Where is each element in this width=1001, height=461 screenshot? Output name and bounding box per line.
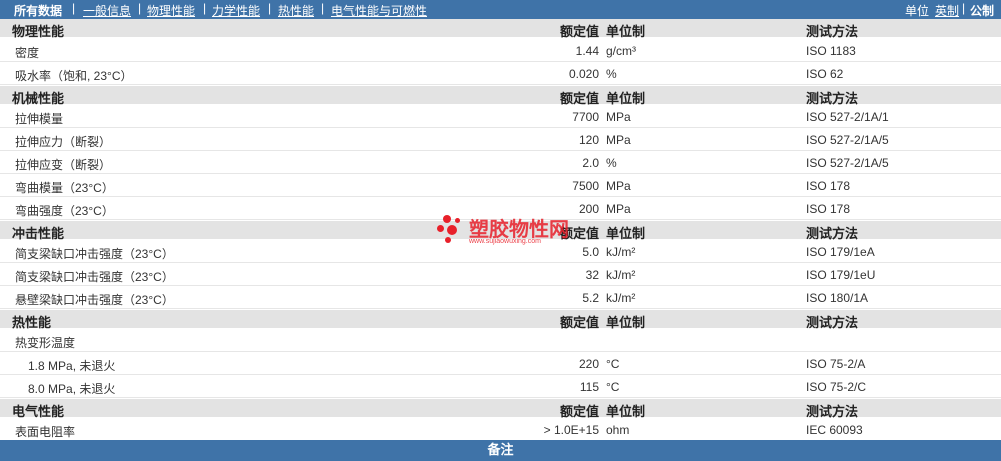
property-value: 2.0 [582,156,599,170]
test-method: ISO 75-2/A [806,357,866,371]
test-method: ISO 178 [806,179,851,193]
table-row: 热变形温度 [0,329,1001,352]
section-header-physical: 物理性能 额定值 单位制 测试方法 [0,19,1001,39]
property-name: 弯曲模量（23°C） [15,181,114,195]
table-row: 吸水率（饱和, 23°C） 0.020 % ISO 62 [0,62,1001,85]
property-unit: MPa [606,133,631,147]
property-value: 220 [578,357,599,371]
table-row: 1.8 MPa, 未退火 220 °C ISO 75-2/A [0,352,1001,375]
property-name: 悬壁梁缺口冲击强度（23°C） [15,293,174,307]
property-name: 热变形温度 [15,336,76,350]
property-unit: °C [606,380,620,394]
property-unit: MPa [606,110,631,124]
test-method: ISO 527-2/1A/5 [806,133,889,147]
test-method: ISO 1183 [806,44,856,58]
tab-separator: | [321,1,325,15]
property-name: 弯曲强度（23°C） [15,204,114,218]
property-unit: °C [606,357,620,371]
property-value: 120 [578,133,599,147]
property-name: 吸水率（饱和, 23°C） [15,69,133,83]
tab-physical[interactable]: 物理性能 [147,2,195,19]
property-unit: MPa [606,179,631,193]
property-unit: % [606,156,617,170]
tab-separator: | [72,1,76,15]
tab-separator: | [268,1,272,15]
property-unit: kJ/m² [606,291,636,305]
notes-label: 备注 [487,442,514,457]
units-label: 单位 [905,4,930,18]
section-header-thermal: 热性能 额定值 单位制 测试方法 [0,310,1001,330]
property-value: 7700 [572,110,599,124]
property-unit: % [606,67,617,81]
watermark-url: www.sujiaowuxing.com [469,238,541,245]
property-name: 1.8 MPa, 未退火 [28,359,116,373]
tab-mechanical[interactable]: 力学性能 [212,2,260,19]
units-separator: | [962,1,966,15]
property-value: 32 [585,268,599,282]
property-value: 115 [579,380,599,394]
property-unit: kJ/m² [606,268,636,282]
watermark-logo: 塑胶物性网 www.sujiaowuxing.com [437,213,569,253]
test-method: ISO 179/1eA [806,245,875,259]
test-method: ISO 527-2/1A/1 [806,110,889,124]
property-name: 表面电阻率 [15,425,76,439]
test-method: ISO 527-2/1A/5 [806,156,889,170]
table-row: 简支梁缺口冲击强度（23°C） 32 kJ/m² ISO 179/1eU [0,263,1001,286]
table-row: 8.0 MPa, 未退火 115 °C ISO 75-2/C [0,375,1001,398]
tab-bar: 所有数据 | 一般信息 | 物理性能 | 力学性能 | 热性能 | 电气性能与可… [0,0,1001,19]
property-value: 5.2 [582,291,599,305]
property-value: 7500 [572,179,599,193]
property-name: 密度 [15,46,40,60]
property-name: 8.0 MPa, 未退火 [28,382,116,396]
table-row: 拉伸应力（断裂） 120 MPa ISO 527-2/1A/5 [0,128,1001,151]
tab-separator: | [138,1,142,15]
property-name: 拉伸应变（断裂） [15,158,112,172]
property-name: 简支梁缺口冲击强度（23°C） [15,270,174,284]
property-unit: MPa [606,202,631,216]
property-value: 1.44 [575,44,599,58]
table-row: 拉伸模量 7700 MPa ISO 527-2/1A/1 [0,105,1001,128]
section-title: 物理性能 [12,24,65,39]
property-value: 200 [578,202,599,216]
property-unit: ohm [606,423,630,437]
column-header-value: 额定值 [559,24,599,39]
property-value: 5.0 [582,245,599,259]
units-metric-link[interactable]: 公制 [970,2,994,19]
table-row: 表面电阻率 > 1.0E+15 ohm IEC 60093 [0,418,1001,441]
column-header-method: 测试方法 [806,24,859,39]
test-method: IEC 60093 [806,423,863,437]
test-method: ISO 180/1A [806,291,869,305]
property-unit: g/cm³ [606,44,636,58]
property-value: 0.020 [568,67,599,81]
test-method: ISO 178 [806,202,851,216]
logo-dots-icon [437,215,465,243]
section-header-mechanical: 机械性能 额定值 单位制 测试方法 [0,86,1001,106]
property-name: 拉伸模量 [15,112,64,126]
table-row: 密度 1.44 g/cm³ ISO 1183 [0,39,1001,62]
tab-general-info[interactable]: 一般信息 [83,2,131,19]
property-name: 简支梁缺口冲击强度（23°C） [15,247,174,261]
notes-bar: 备注 [0,440,1001,461]
tab-electrical-flammability[interactable]: 电气性能与可燃性 [331,2,427,19]
table-row: 悬壁梁缺口冲击强度（23°C） 5.2 kJ/m² ISO 180/1A [0,286,1001,309]
property-unit: kJ/m² [606,245,636,259]
tab-thermal[interactable]: 热性能 [278,2,314,19]
table-row: 拉伸应变（断裂） 2.0 % ISO 527-2/1A/5 [0,151,1001,174]
test-method: ISO 75-2/C [806,380,867,394]
property-name: 拉伸应力（断裂） [15,135,112,149]
units-imperial-link[interactable]: 英制 [935,2,959,19]
tab-all-data[interactable]: 所有数据 [14,2,62,19]
property-value: > 1.0E+15 [543,423,599,437]
table-row: 弯曲模量（23°C） 7500 MPa ISO 178 [0,174,1001,197]
test-method: ISO 179/1eU [806,268,876,282]
section-header-electrical: 电气性能 额定值 单位制 测试方法 [0,399,1001,419]
test-method: ISO 62 [806,67,844,81]
tab-separator: | [203,1,207,15]
column-header-unit: 单位制 [606,24,646,39]
